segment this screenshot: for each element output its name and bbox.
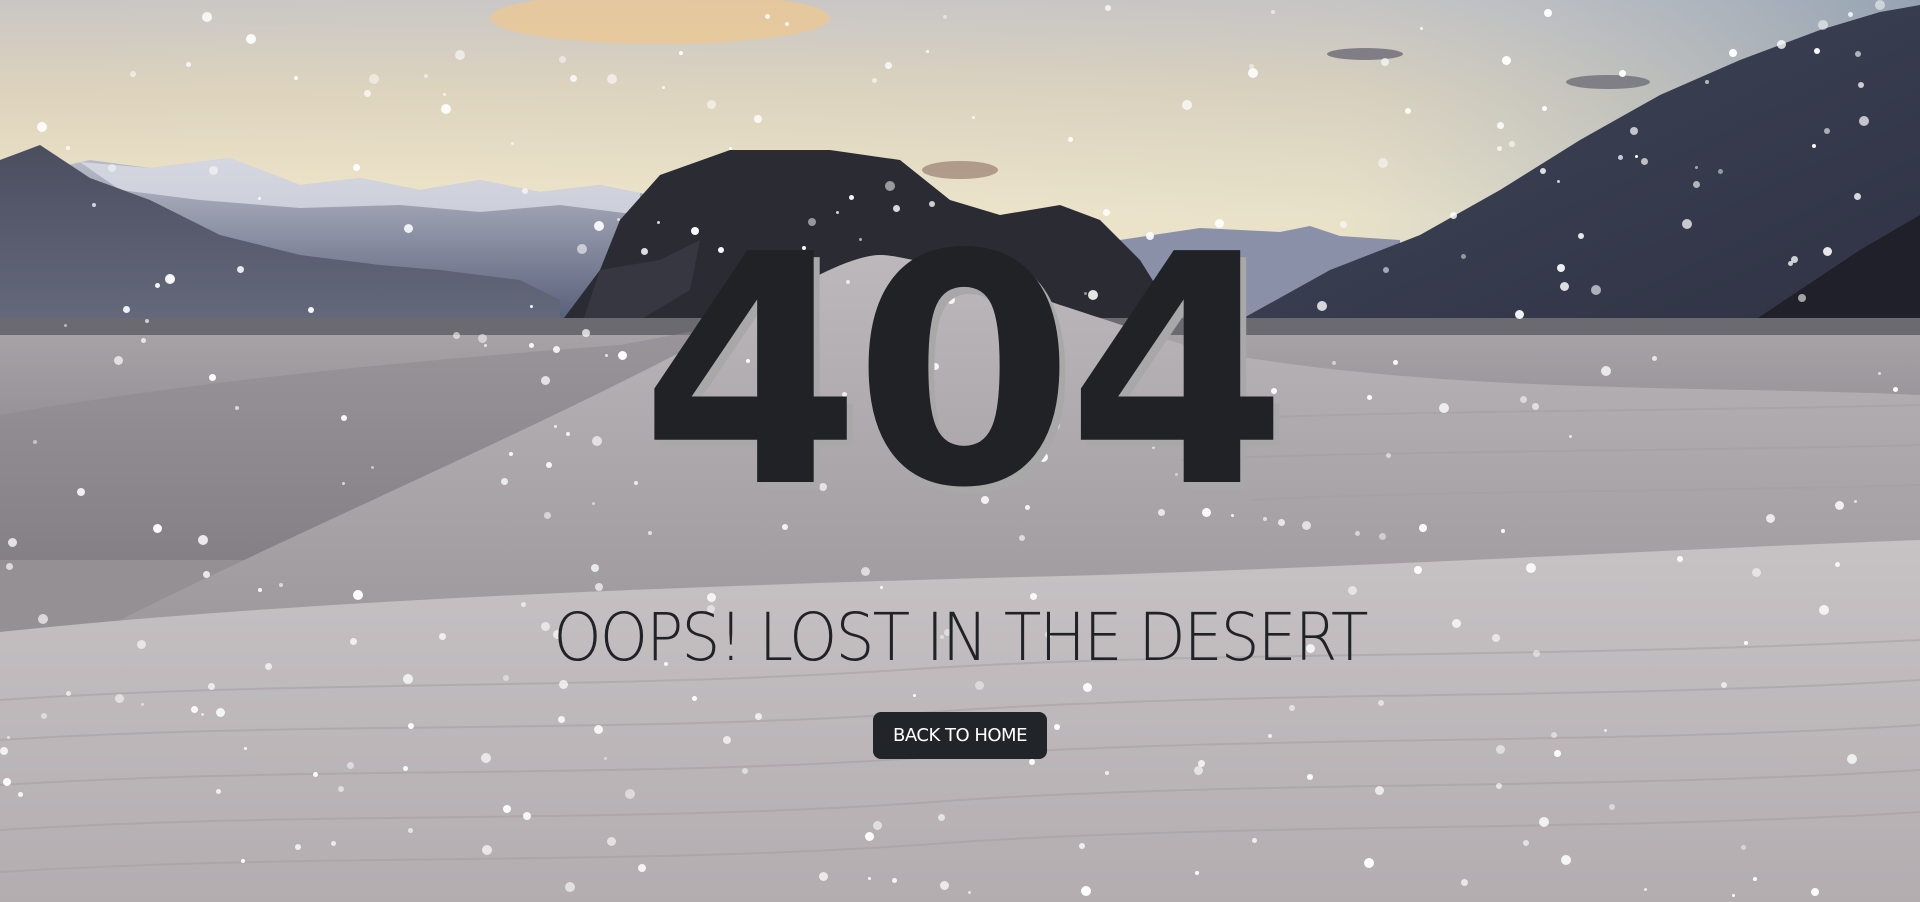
back-to-home-button[interactable]: BACK TO HOME bbox=[873, 712, 1047, 759]
error-tagline: OOPS! LOST IN THE DESERT bbox=[553, 599, 1368, 676]
error-code: 404 bbox=[640, 187, 1288, 557]
error-content: 404 OOPS! LOST IN THE DESERT BACK TO HOM… bbox=[0, 0, 1920, 902]
